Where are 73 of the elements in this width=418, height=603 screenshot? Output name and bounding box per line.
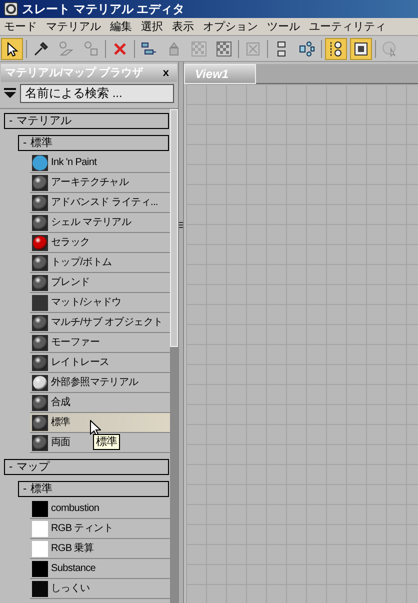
group-header[interactable]: - マテリアル (4, 113, 169, 129)
material-item[interactable]: マット/シャドウ (30, 293, 170, 313)
material-item[interactable]: アーキテクチャル (30, 173, 170, 193)
node-arrow-icon (141, 40, 157, 56)
toolbar-button[interactable] (325, 38, 347, 60)
sphere-icon (32, 254, 48, 270)
sphere-icon (32, 354, 48, 370)
material-item[interactable]: RGB 乗算 (30, 539, 170, 559)
panel-title: マテリアル/マップ ブラウザ (5, 66, 144, 81)
dropdown-arrow-icon[interactable] (4, 88, 16, 98)
material-item[interactable]: アドバンスド ライティ... (30, 193, 170, 213)
crossed-box-icon (245, 40, 261, 56)
app-logo-icon (4, 2, 18, 16)
menu-item[interactable]: マテリアル (46, 20, 101, 34)
material-item[interactable]: トップ/ボトム (30, 253, 170, 273)
scrollbar[interactable] (170, 109, 178, 603)
group-header[interactable]: - マップ (4, 459, 169, 475)
swatch-icon (32, 540, 48, 556)
sphere-arrow-icon (58, 40, 74, 56)
menu-item[interactable]: 表示 (172, 20, 194, 34)
sphere-cube-icon (83, 40, 99, 56)
window-title: スレート マテリアル エディタ (22, 1, 185, 17)
toolbar-button[interactable] (1, 38, 23, 60)
menu-item[interactable]: オプション (203, 20, 258, 34)
material-item[interactable]: レイトレース (30, 353, 170, 373)
sphere-icon (32, 414, 48, 430)
sphere-icon (32, 434, 48, 450)
sphere-icon (32, 154, 48, 170)
material-item[interactable]: シェル マテリアル (30, 213, 170, 233)
delete-icon (112, 40, 128, 56)
menu-item[interactable]: 編集 (110, 20, 132, 34)
material-item[interactable]: Ink 'n Paint (30, 153, 170, 173)
sphere-icon (32, 274, 48, 290)
category-header[interactable]: - 標準 (18, 135, 169, 151)
material-item[interactable]: ブレンド (30, 273, 170, 293)
close-button[interactable]: x (158, 64, 173, 82)
sphere-icon (32, 374, 48, 390)
swatch-icon (32, 580, 48, 596)
checker-icon (191, 40, 207, 56)
parameter-panel-icon (353, 40, 369, 56)
menu-item[interactable]: ツール (267, 20, 300, 34)
sphere-icon (32, 194, 48, 210)
node-tree-icon (299, 40, 315, 56)
swatch-icon (32, 520, 48, 536)
material-item[interactable]: combustion (30, 499, 170, 519)
material-item[interactable]: 外部参照マテリアル (30, 373, 170, 393)
material-item[interactable]: しっくい (30, 579, 170, 599)
mouse-cursor-icon (90, 420, 101, 437)
menu-item[interactable]: ユーティリティ (309, 20, 386, 34)
material-item[interactable]: RGB ティント (30, 519, 170, 539)
material-item[interactable]: モーファー (30, 333, 170, 353)
menu-item[interactable]: 選択 (141, 20, 163, 34)
swatch-icon (32, 294, 48, 310)
sphere-icon (32, 314, 48, 330)
category-header[interactable]: - 標準 (18, 481, 169, 497)
tooltip: 標準 (93, 434, 120, 450)
sphere-icon (32, 234, 48, 250)
sphere-icon (32, 214, 48, 230)
swatch-icon (32, 500, 48, 516)
swatch-icon (32, 560, 48, 576)
material-item[interactable]: セラック (30, 233, 170, 253)
sphere-pointer-icon (382, 40, 398, 56)
checker-icon (216, 40, 232, 56)
sphere-icon (32, 334, 48, 350)
search-field[interactable]: 名前による検索 ... (20, 84, 174, 102)
menu-item[interactable]: モード (4, 20, 37, 34)
sphere-icon (32, 174, 48, 190)
sphere-icon (32, 394, 48, 410)
material-item[interactable]: マルチ/サブ オブジェクト (30, 313, 170, 333)
material-item[interactable]: Substance (30, 559, 170, 579)
node-circles-icon (328, 40, 344, 56)
toolbar-button[interactable] (350, 38, 372, 60)
grip-icon (179, 222, 183, 228)
